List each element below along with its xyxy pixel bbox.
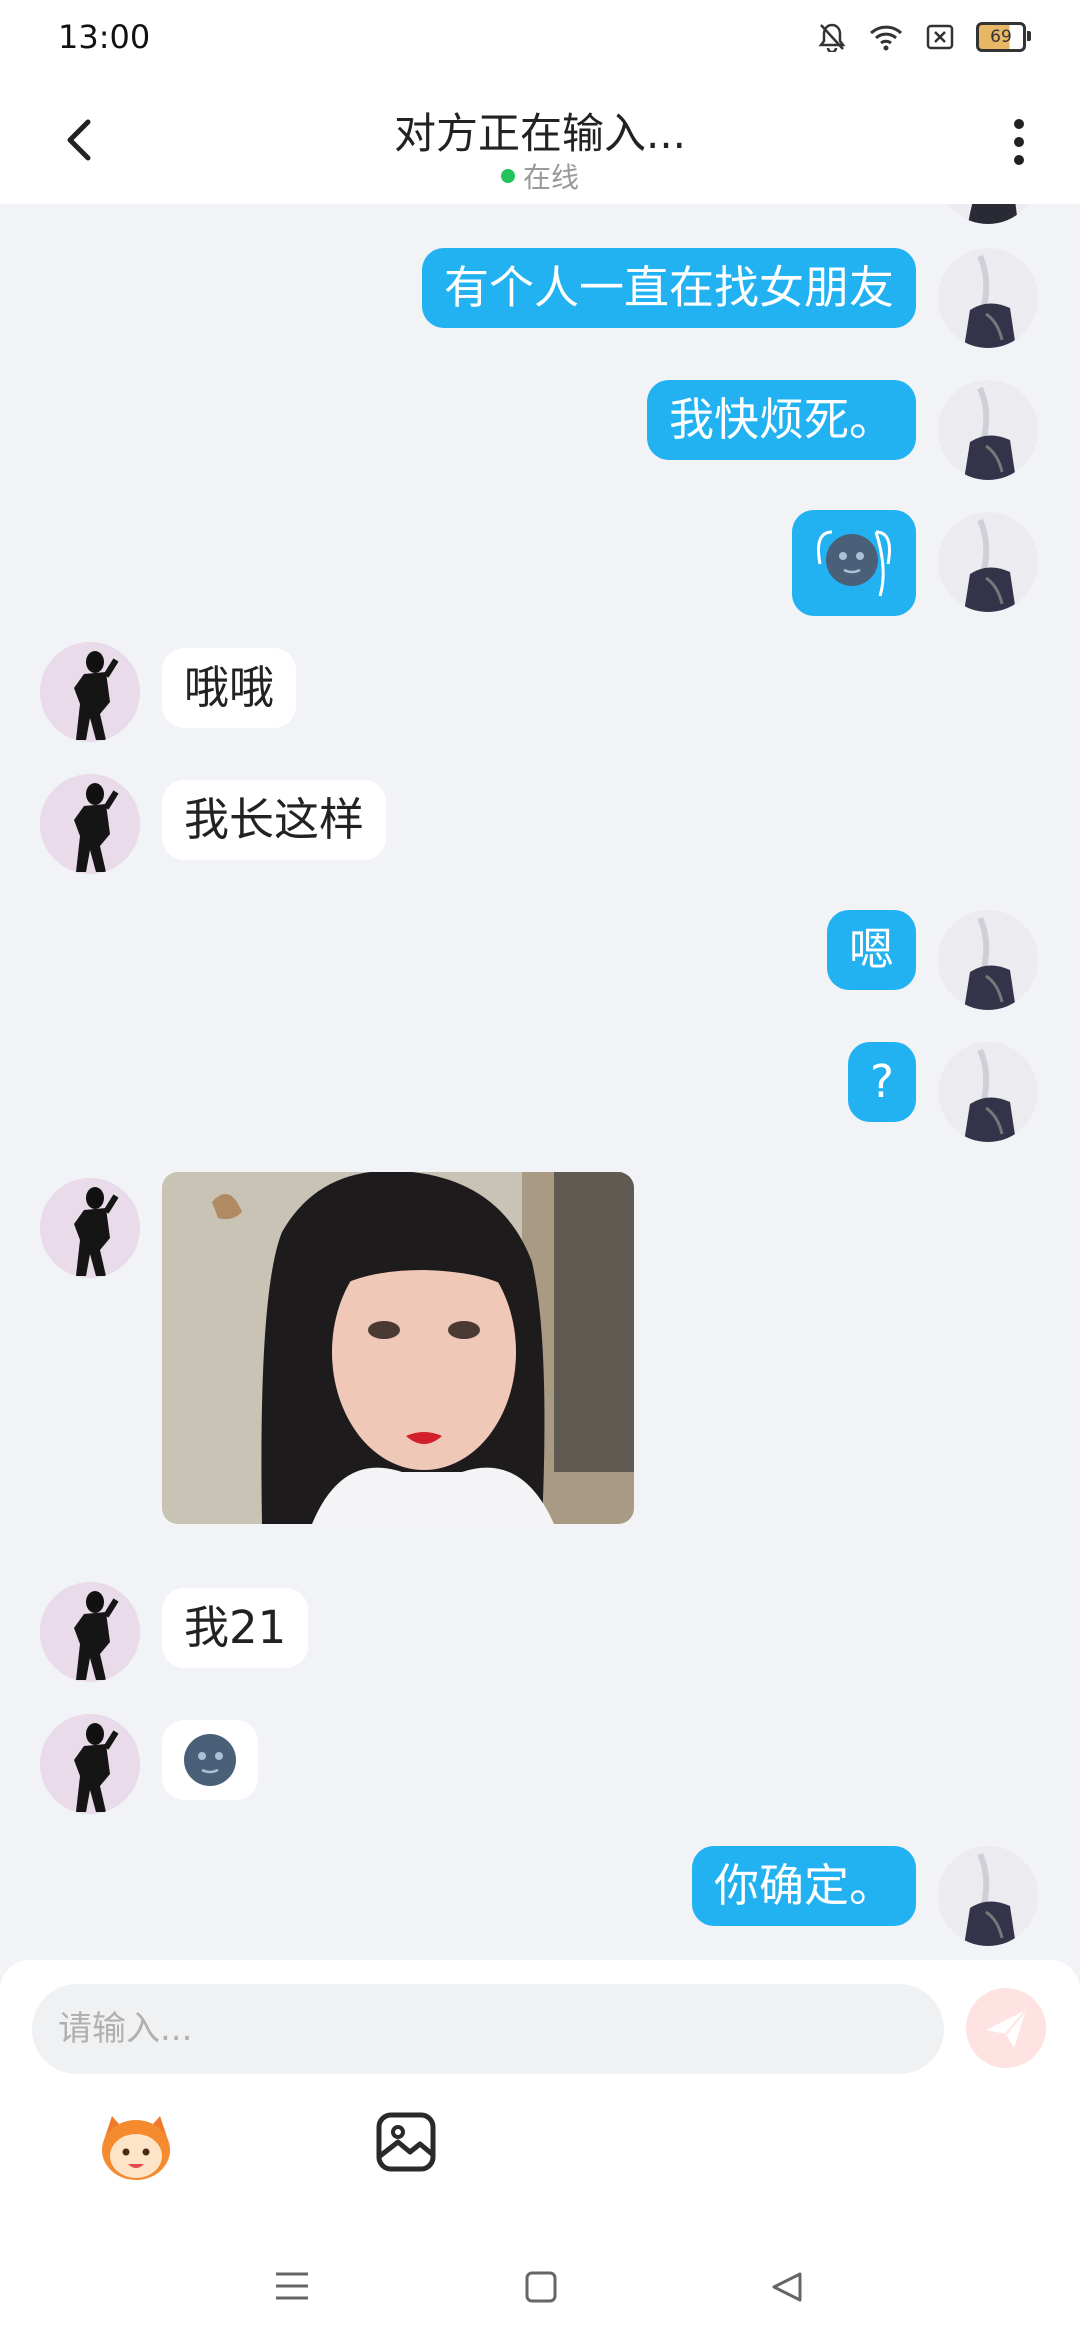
battery-icon: 69	[976, 22, 1031, 52]
send-icon	[986, 2009, 1027, 2048]
online-label: 在线	[522, 161, 579, 194]
message-bubble-me[interactable]: ?	[848, 1042, 916, 1122]
avatar-her[interactable]	[40, 1178, 140, 1278]
emoji-bubble-me[interactable]	[792, 510, 916, 616]
emoji-sticker-icon	[102, 2116, 170, 2180]
wifi-icon	[868, 23, 904, 51]
menu-nav-button[interactable]	[274, 2270, 310, 2306]
status-time: 13:00	[58, 18, 151, 56]
selfie-photo	[162, 1172, 634, 1524]
mute-bell-icon	[818, 22, 846, 52]
emoji-bubble-her[interactable]	[162, 1720, 258, 1800]
moon-face-emoji-icon	[817, 530, 891, 597]
message-list[interactable]: 有个人一直在找女朋友 我快烦死。 哦哦 我长这样 嗯 ? 我21 你确定。	[0, 204, 1080, 1960]
message-bubble-me[interactable]: 有个人一直在找女朋友	[421, 248, 916, 328]
no-sim-icon	[926, 24, 954, 50]
avatar-me[interactable]	[938, 512, 1038, 612]
image-message[interactable]	[162, 1172, 634, 1524]
image-picker-button[interactable]	[374, 2110, 438, 2174]
avatar-me[interactable]	[938, 910, 1038, 1010]
image-icon	[376, 2112, 436, 2172]
emoji-sticker-button[interactable]	[96, 2110, 176, 2184]
avatar-me[interactable]	[938, 248, 1038, 348]
message-bubble-her[interactable]: 我21	[162, 1588, 309, 1668]
home-nav-icon	[525, 2271, 557, 2303]
menu-nav-icon	[276, 2272, 308, 2300]
home-nav-button[interactable]	[524, 2270, 558, 2308]
message-bubble-her[interactable]: 哦哦	[162, 648, 297, 728]
online-status: 在线	[0, 156, 1080, 196]
message-bubble-me[interactable]: 我快烦死。	[646, 380, 916, 460]
avatar-her[interactable]	[40, 1714, 140, 1814]
message-bubble-me[interactable]: 嗯	[826, 910, 916, 990]
status-bar: 13:00 69	[0, 0, 1080, 80]
avatar-me[interactable]	[938, 380, 1038, 480]
back-nav-button[interactable]	[770, 2270, 804, 2308]
online-dot	[500, 169, 515, 183]
avatar-me[interactable]	[938, 1042, 1038, 1142]
avatar-me[interactable]	[938, 204, 1038, 224]
battery-level: 69	[990, 27, 1012, 47]
more-button[interactable]	[1004, 116, 1034, 168]
avatar-her[interactable]	[40, 774, 140, 874]
message-input-box[interactable]	[32, 1984, 944, 2074]
more-vertical-icon	[1014, 119, 1024, 165]
back-nav-icon	[772, 2272, 802, 2302]
chat-header: 对方正在输入... 在线	[0, 80, 1080, 204]
send-button[interactable]	[966, 1988, 1046, 2068]
chat-title: 对方正在输入...	[393, 109, 687, 158]
moon-face-emoji-icon	[184, 1734, 236, 1786]
avatar-her[interactable]	[40, 1582, 140, 1682]
status-icons: 69	[818, 22, 1031, 52]
message-bubble-me[interactable]: 你确定。	[691, 1846, 916, 1926]
avatar-her[interactable]	[40, 642, 140, 742]
message-input[interactable]	[32, 1984, 944, 2074]
avatar-me[interactable]	[938, 1846, 1038, 1946]
system-nav-bar	[0, 2240, 1080, 2340]
message-bubble-her[interactable]: 我长这样	[162, 780, 387, 860]
